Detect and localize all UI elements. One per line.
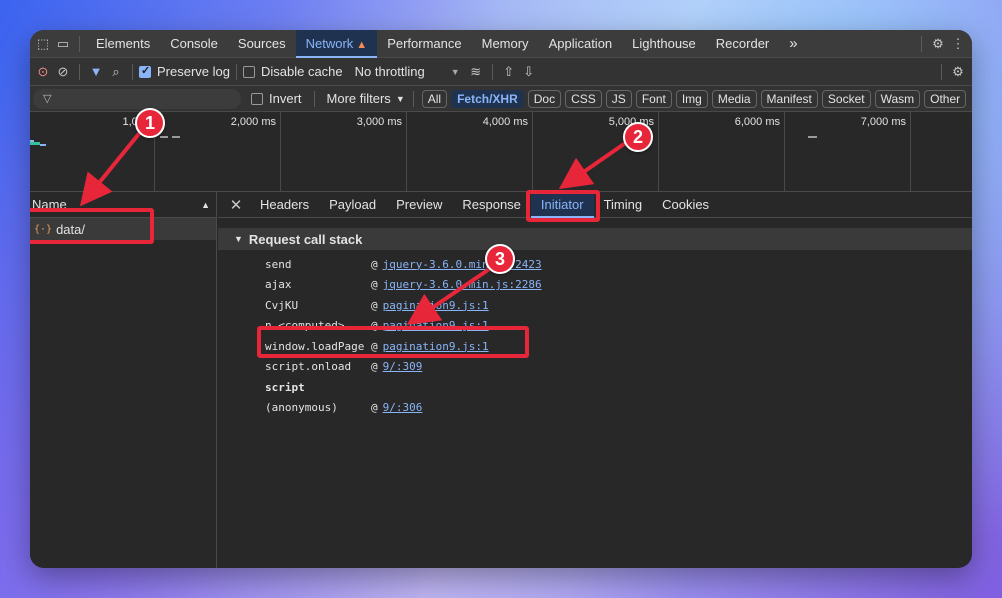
annotation-badge-2: 2: [623, 122, 653, 152]
arrow-1: [79, 128, 144, 207]
annotation-badge-3: 3: [485, 244, 515, 274]
annotation-arrows: [79, 128, 626, 325]
devtools-window: ⬚ ▭ Elements Console Sources Network ▲ Pe…: [30, 30, 972, 568]
arrow-3: [406, 268, 490, 325]
arrow-2: [558, 142, 626, 190]
annotation-badge-1: 1: [135, 108, 165, 138]
